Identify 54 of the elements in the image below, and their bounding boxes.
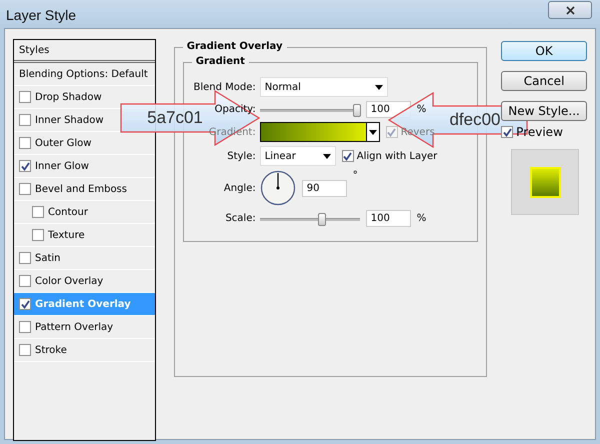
checkbox[interactable] <box>19 298 31 310</box>
checkbox[interactable] <box>342 150 354 162</box>
caret-icon <box>368 130 377 134</box>
list-header: Styles <box>19 44 50 56</box>
style-list-item[interactable]: Texture <box>14 224 155 247</box>
style-list-item[interactable]: Bevel and Emboss <box>14 178 155 201</box>
scale-input[interactable]: 100 <box>366 210 411 227</box>
unit-label: ° <box>352 170 358 181</box>
angle-dial[interactable] <box>260 170 296 206</box>
style-list-item[interactable]: Contour <box>14 201 155 224</box>
checkbox-label: Align with Layer <box>356 150 438 162</box>
field-label: Scale: <box>224 213 257 224</box>
blend-mode-dropdown[interactable]: Normal <box>260 77 388 97</box>
style-list-item[interactable]: Blending Options: Default <box>14 63 155 86</box>
window-title: Layer Style <box>6 7 76 23</box>
unit-label: % <box>416 213 426 224</box>
checkbox[interactable] <box>32 206 44 218</box>
close-button[interactable] <box>548 1 592 19</box>
style-list-item[interactable]: Stroke <box>14 339 155 362</box>
checkbox[interactable] <box>19 137 31 149</box>
slider-thumb[interactable] <box>352 104 361 116</box>
angle-input[interactable]: 90 <box>302 180 347 196</box>
dialog-button[interactable]: New Style... <box>501 101 587 121</box>
checkbox[interactable] <box>501 126 514 138</box>
caret-icon <box>374 84 383 90</box>
style-dropdown[interactable]: Linear <box>260 146 336 166</box>
field-label: Blend Mode: <box>192 82 257 92</box>
panel-title: Gradient Overlay <box>182 41 286 52</box>
checkbox[interactable] <box>19 344 31 356</box>
checkbox[interactable] <box>19 321 31 333</box>
checkbox[interactable] <box>19 183 31 195</box>
style-list-item[interactable]: Satin <box>14 247 155 270</box>
slider-thumb[interactable] <box>318 212 326 226</box>
preview-swatch <box>530 166 561 198</box>
checkbox-label: Preview <box>516 125 563 139</box>
close-icon <box>566 6 574 14</box>
checkbox[interactable] <box>19 91 31 103</box>
group-title: Gradient <box>192 56 249 67</box>
unit-label: % <box>416 104 426 115</box>
scale-slider[interactable] <box>260 212 360 224</box>
gradient-picker[interactable] <box>260 122 380 142</box>
style-list-item[interactable]: Pattern Overlay <box>14 316 155 339</box>
checkbox[interactable] <box>19 252 31 264</box>
checkbox[interactable] <box>32 229 44 241</box>
caret-icon <box>322 154 331 158</box>
checkbox[interactable] <box>19 160 31 172</box>
dialog-button[interactable]: OK <box>501 41 587 61</box>
style-list-item[interactable]: Inner Glow <box>14 155 155 178</box>
field-label: Style: <box>226 150 257 162</box>
dialog-button[interactable]: Cancel <box>501 71 587 91</box>
checkbox[interactable] <box>19 114 31 126</box>
checkbox[interactable] <box>19 275 31 287</box>
field-label: Angle: <box>222 182 257 194</box>
opacity-slider[interactable] <box>260 104 360 116</box>
